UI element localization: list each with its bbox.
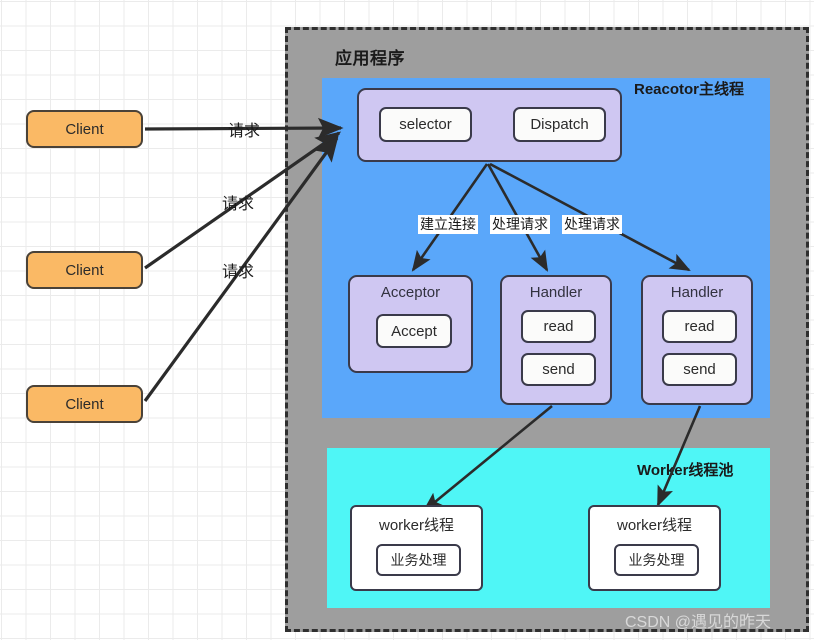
worker-thread-1-title: worker线程 — [378, 517, 454, 534]
handler-2-read[interactable]: read — [662, 310, 737, 343]
handler-2-send[interactable]: send — [662, 353, 737, 386]
application-title: 应用程序 — [335, 49, 405, 68]
worker-thread-2: worker线程 业务处理 — [588, 505, 721, 591]
worker-thread-1: worker线程 业务处理 — [350, 505, 483, 591]
handler-2-title: Handler — [670, 284, 724, 301]
dispatch-node[interactable]: Dispatch — [513, 107, 606, 142]
client-node-2[interactable]: Client — [26, 251, 143, 289]
acceptor-title: Acceptor — [380, 284, 441, 301]
accept-action[interactable]: Accept — [376, 314, 452, 348]
client-node-1[interactable]: Client — [26, 110, 143, 148]
worker-thread-2-title: worker线程 — [616, 517, 692, 534]
edge-label-handle-request-1: 处理请求 — [490, 215, 550, 234]
worker-thread-2-task[interactable]: 业务处理 — [614, 544, 699, 576]
reactor-main-box: selector Dispatch — [357, 88, 622, 162]
handler-1-title: Handler — [529, 284, 583, 301]
selector-node[interactable]: selector — [379, 107, 472, 142]
client-node-3[interactable]: Client — [26, 385, 143, 423]
edge-label-establish-connection: 建立连接 — [418, 215, 478, 234]
request-label-2: 请求 — [222, 196, 255, 213]
watermark: CSDN @遇见的昨天 — [625, 614, 772, 631]
request-label-1: 请求 — [228, 123, 261, 140]
acceptor-node: Acceptor Accept — [348, 275, 473, 373]
edge-label-handle-request-2: 处理请求 — [562, 215, 622, 234]
diagram-canvas: 应用程序 Reacotor主线程 Worker线程池 selector Disp… — [0, 0, 814, 640]
reactor-main-thread-label: Reacotor主线程 — [634, 81, 745, 98]
worker-thread-1-task[interactable]: 业务处理 — [376, 544, 461, 576]
handler-1-send[interactable]: send — [521, 353, 596, 386]
handler-node-1: Handler read send — [500, 275, 612, 405]
handler-node-2: Handler read send — [641, 275, 753, 405]
handler-1-read[interactable]: read — [521, 310, 596, 343]
worker-thread-pool-label: Worker线程池 — [637, 462, 734, 479]
request-label-3: 请求 — [222, 264, 255, 281]
